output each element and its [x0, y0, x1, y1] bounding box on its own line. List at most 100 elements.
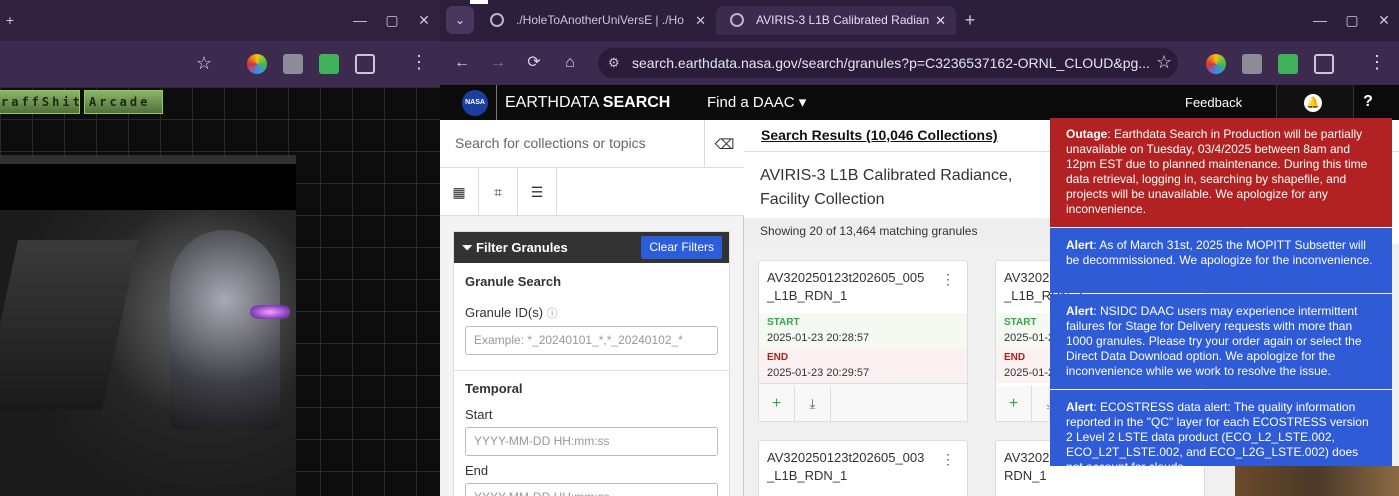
brand-text-bold: SEARCH: [602, 94, 671, 111]
granule-ids-input[interactable]: Example: *_20240101_*,*_20240102_*: [465, 326, 718, 355]
alert-type: Alert: [1066, 400, 1094, 414]
filter-granules-header: ⏷ Filter Granules Clear Filters: [454, 232, 729, 263]
puzzle-extensions-icon[interactable]: [1314, 54, 1334, 74]
tab-title: ./HoleToAnotherUniVersE | ./Ho: [516, 13, 684, 27]
search-results-link[interactable]: Search Results (10,046 Collections): [761, 127, 998, 143]
home-button[interactable]: ⌂: [558, 41, 582, 85]
close-tab-icon[interactable]: ✕: [935, 6, 946, 35]
minimize-button[interactable]: —: [348, 0, 372, 41]
left-browser-window: + — ▢ ✕ ☆ ⋮ raffShit Arcade: [0, 0, 440, 496]
reload-button[interactable]: ⟳: [522, 41, 546, 85]
end-value: 2025-01-23 20:29:57: [767, 367, 870, 379]
alert-text: : NSIDC DAAC users may experience interm…: [1066, 304, 1362, 378]
granule-ids-label: Granule ID(s) ⓘ: [465, 305, 558, 321]
end-label: END: [1004, 352, 1026, 363]
filter-granules-title: Filter Granules: [476, 240, 568, 255]
laser-glow: [250, 305, 290, 319]
earthdata-header: NASA EARTHDATA SEARCH Find a DAAC ▾ Feed…: [440, 85, 1399, 120]
add-granule-plus-icon[interactable]: +: [996, 386, 1032, 421]
clear-search-icon[interactable]: ⌫: [704, 120, 744, 168]
start-label: START: [767, 317, 800, 328]
address-bar[interactable]: ⚙ search.earthdata.nasa.gov/search/granu…: [598, 48, 1178, 78]
tab-title: AVIRIS-3 L1B Calibrated Radian: [756, 13, 930, 27]
maximize-button[interactable]: ▢: [1340, 0, 1364, 41]
alert: Alert: As of March 31st, 2025 the MOPITT…: [1050, 228, 1392, 293]
temporal-heading: Temporal: [465, 381, 523, 396]
feedback-link[interactable]: Feedback: [1185, 85, 1242, 120]
extension-icon[interactable]: [1278, 54, 1298, 74]
collection-title: AVIRIS-3 L1B Calibrated Radiance, Facili…: [760, 167, 1013, 208]
forward-button[interactable]: →: [486, 41, 510, 85]
left-toolbar: ☆ ⋮: [0, 41, 440, 87]
end-label: End: [465, 463, 489, 478]
new-tab-button[interactable]: +: [958, 0, 982, 41]
menu-kebab-icon[interactable]: ⋮: [410, 52, 428, 73]
brand-text: EARTHDATA: [505, 94, 603, 111]
download-icon[interactable]: ⤓: [795, 386, 831, 421]
nasa-logo[interactable]: NASA: [462, 90, 488, 116]
graffshit-button[interactable]: raffShit: [0, 90, 80, 114]
filter-icon: ⏷: [462, 240, 477, 255]
start-date-input[interactable]: YYYY-MM-DD HH:mm:ss: [465, 427, 718, 456]
extension-icon[interactable]: [1242, 54, 1262, 74]
crop-icon[interactable]: ⌗: [479, 168, 518, 216]
end-date-input[interactable]: YYYY-MM-DD HH:mm:ss: [465, 483, 718, 496]
menu-kebab-icon[interactable]: ⋮: [1368, 52, 1386, 73]
help-icon[interactable]: ?: [1358, 92, 1378, 112]
alert-type: Alert: [1066, 238, 1094, 252]
alert-type: Outage: [1066, 127, 1108, 141]
globe-icon: [730, 13, 744, 27]
start-label: START: [1004, 317, 1037, 328]
extension-icon[interactable]: [319, 54, 339, 74]
bookmark-star-icon[interactable]: ☆: [1156, 52, 1172, 73]
calendar-icon[interactable]: ▦: [440, 168, 479, 216]
filter-sidebar: Search for collections or topics ⌫ ▦ ⌗ ☰…: [440, 120, 744, 496]
find-daac-menu[interactable]: Find a DAAC ▾: [707, 85, 806, 120]
alert: Alert: NSIDC DAAC users may experience i…: [1050, 294, 1392, 389]
filter-icon-bar: ▦ ⌗ ☰: [440, 168, 744, 216]
bookmark-star-icon[interactable]: ☆: [196, 53, 212, 74]
alert-text: : Earthdata Search in Production will be…: [1066, 127, 1368, 216]
url-text: search.earthdata.nasa.gov/search/granule…: [632, 55, 1150, 71]
tab-search-chevron-icon[interactable]: ⌄: [446, 6, 474, 34]
clear-filters-button[interactable]: Clear Filters: [641, 236, 722, 259]
granule-ids-label-text: Granule ID(s): [465, 305, 544, 320]
start-value: 2025-01-23 20:28:57: [767, 332, 870, 344]
info-icon[interactable]: ⓘ: [547, 308, 558, 320]
maximize-button[interactable]: ▢: [380, 0, 404, 41]
extension-icon[interactable]: [1206, 54, 1226, 74]
page-button-row: raffShit Arcade: [0, 90, 163, 114]
sliders-icon[interactable]: ☰: [518, 168, 557, 216]
site-info-icon[interactable]: ⚙: [608, 48, 620, 78]
more-options-icon[interactable]: ⋮: [941, 451, 955, 468]
extension-icon[interactable]: [247, 54, 267, 74]
video-header-bar: [0, 155, 296, 164]
download-icon[interactable]: ⤓: [1032, 386, 1049, 421]
minimize-button[interactable]: —: [1308, 0, 1332, 41]
puzzle-extensions-icon[interactable]: [355, 54, 375, 74]
close-button[interactable]: ✕: [1372, 0, 1396, 41]
alerts-panel: Outage: Earthdata Search in Production w…: [1050, 118, 1392, 466]
more-options-icon[interactable]: ⋮: [941, 271, 955, 288]
new-tab-button[interactable]: +: [0, 0, 22, 41]
filter-granules-panel: ⏷ Filter Granules Clear Filters Granule …: [453, 231, 730, 496]
robot-figure: [170, 230, 280, 430]
granule-card[interactable]: AV320250123t202605_005_L1B_RDN_1 ⋮ START…: [758, 260, 968, 398]
tab-aviris[interactable]: AVIRIS-3 L1B Calibrated Radian ✕: [716, 6, 956, 35]
start-label: Start: [465, 407, 493, 422]
globe-icon: [490, 13, 504, 27]
close-tab-icon[interactable]: ✕: [695, 6, 706, 35]
bell-icon[interactable]: 🔔: [1304, 94, 1322, 112]
card-actions: + ⤓: [995, 386, 1050, 422]
map-thumbnail: [1235, 466, 1399, 496]
extension-icon[interactable]: [283, 54, 303, 74]
granule-card[interactable]: AV320250123t202605_003_L1B_RDN_1 ⋮: [758, 440, 968, 496]
earthdata-search-brand[interactable]: EARTHDATA SEARCH: [496, 85, 670, 120]
collection-search-input[interactable]: Search for collections or topics: [440, 120, 704, 168]
back-button[interactable]: ←: [450, 41, 474, 85]
tab-holetoanotheruniverse[interactable]: ./HoleToAnotherUniVersE | ./Ho ✕: [476, 6, 716, 35]
close-button[interactable]: ✕: [412, 0, 436, 41]
arcade-button[interactable]: Arcade: [84, 90, 163, 114]
add-granule-plus-icon[interactable]: +: [759, 386, 795, 421]
granule-search-heading: Granule Search: [465, 274, 562, 289]
